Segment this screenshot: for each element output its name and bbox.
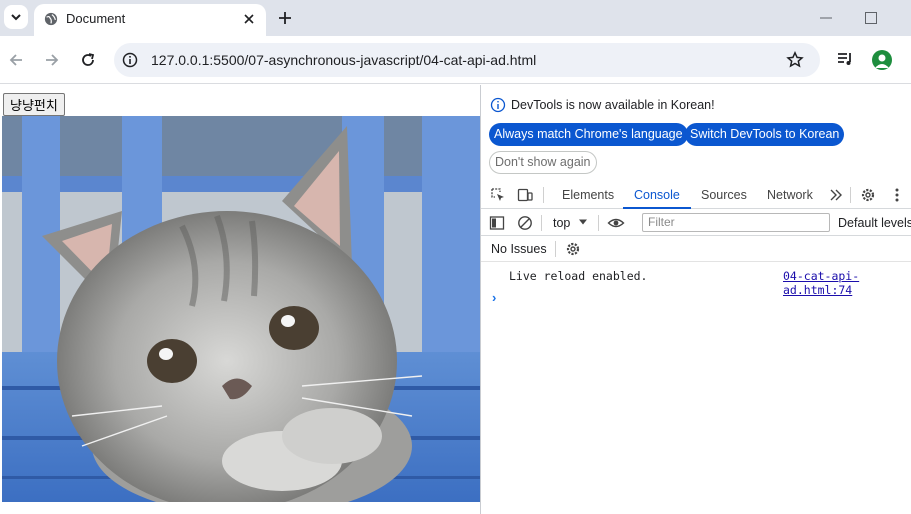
chevron-down-icon[interactable] [577,216,589,228]
clear-icon[interactable] [517,215,533,231]
tab-title: Document [66,11,126,26]
reload-icon[interactable] [78,50,98,70]
switch-korean-button[interactable]: Switch DevTools to Korean [685,123,845,146]
cat-image [2,116,480,502]
divider [555,241,556,257]
tab-console[interactable]: Console [634,188,680,202]
devtools-panel: DevTools is now available in Korean! Alw… [480,85,911,514]
globe-icon [44,12,58,26]
tab-search-button[interactable] [4,5,28,29]
chevron-down-icon [11,14,21,21]
more-vert-icon[interactable] [889,187,905,203]
minimize-icon[interactable] [818,11,834,25]
console-toolbar: top Filter Default levels [481,210,911,236]
divider [541,215,542,231]
device-icon[interactable] [517,187,533,203]
dont-show-button[interactable]: Don't show again [489,151,597,174]
info-icon [490,97,506,113]
devtools-tab-bar: Elements Console Sources Network [481,182,911,209]
info-icon[interactable] [122,52,138,68]
divider [543,187,544,203]
tab-document[interactable]: Document [34,4,266,36]
console-prompt[interactable]: › [492,290,496,305]
forward-icon[interactable] [42,50,62,70]
url-text[interactable]: 127.0.0.1:5500/07-asynchronous-javascrip… [151,52,536,68]
match-language-button[interactable]: Always match Chrome's language [489,123,688,146]
avatar [875,54,889,68]
maximize-icon[interactable] [864,11,878,25]
settings-icon[interactable] [860,187,876,203]
divider [850,187,851,203]
more-tabs-icon[interactable] [828,187,844,203]
settings-icon[interactable] [565,241,581,257]
devtools-language-banner: DevTools is now available in Korean! [511,98,715,112]
star-icon[interactable] [786,51,804,69]
issues-bar: No Issues [481,236,911,262]
issues-count[interactable]: No Issues [491,242,547,256]
console-message: Live reload enabled. [509,269,648,283]
tab-elements[interactable]: Elements [562,188,614,202]
sidebar-icon[interactable] [489,215,505,231]
address-bar[interactable]: 127.0.0.1:5500/07-asynchronous-javascrip… [114,43,820,77]
eye-icon[interactable] [607,215,625,231]
plus-icon[interactable] [276,9,294,27]
punch-button[interactable]: 냥냥펀치 [3,93,65,116]
close-icon[interactable] [242,12,256,26]
context-select[interactable]: top [553,216,570,230]
inspect-icon[interactable] [490,187,506,203]
filter-input[interactable]: Filter [642,213,830,232]
back-icon[interactable] [6,50,26,70]
media-icon[interactable] [836,50,854,68]
log-levels-select[interactable]: Default levels [838,216,911,230]
tab-sources[interactable]: Sources [701,188,747,202]
page-viewport: 냥냥펀치 [0,85,480,514]
active-tab-indicator [623,207,691,209]
tab-network[interactable]: Network [767,188,813,202]
console-message-source-link[interactable]: 04-cat-api-ad.html:74 [783,269,911,297]
tab-strip: Document [0,0,911,36]
browser-toolbar: 127.0.0.1:5500/07-asynchronous-javascrip… [0,36,911,84]
profile-icon[interactable] [872,50,892,70]
divider [598,215,599,231]
